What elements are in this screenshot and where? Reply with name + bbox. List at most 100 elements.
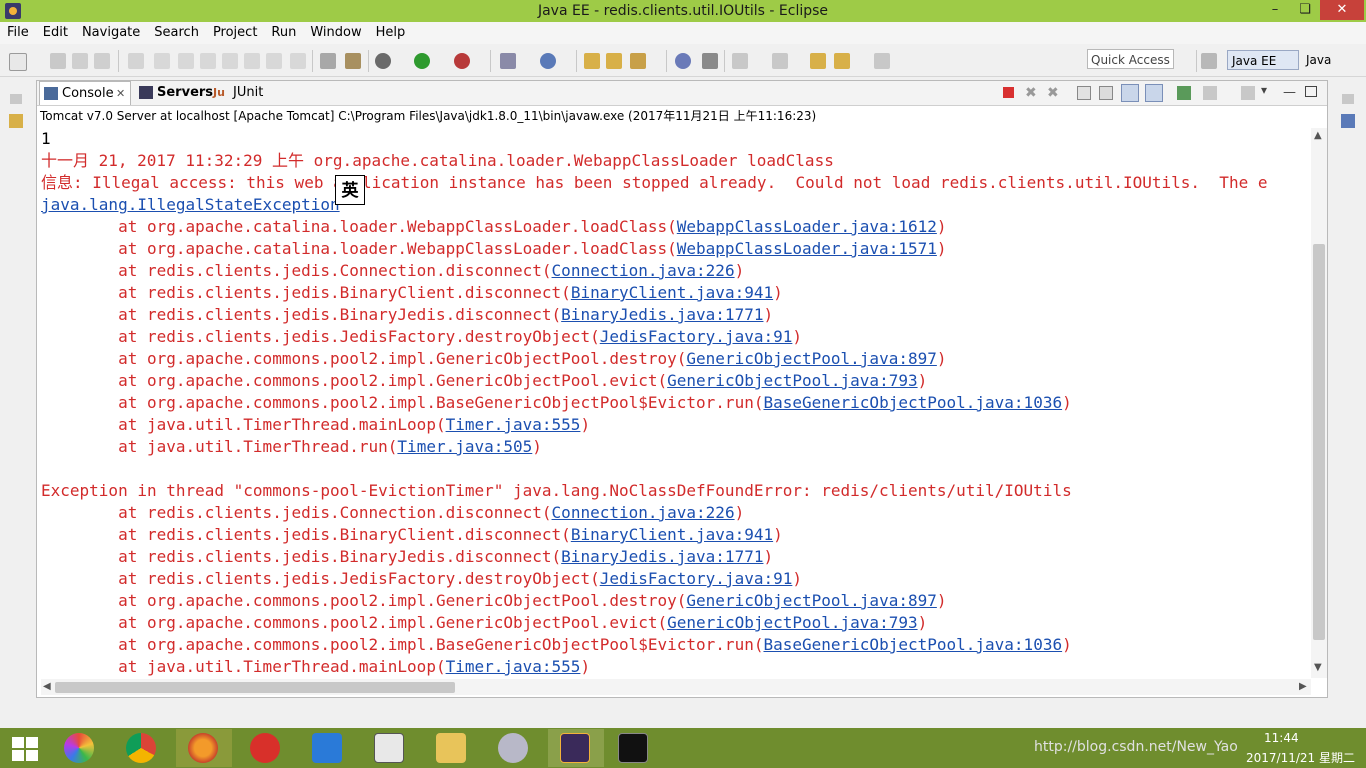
scroll-left-icon[interactable]: ◀ xyxy=(43,681,51,692)
menu-search[interactable]: Search xyxy=(147,22,206,40)
stack-trace-link[interactable]: BinaryJedis.java:1771 xyxy=(561,547,763,566)
stack-trace-link[interactable]: Timer.java:555 xyxy=(446,415,581,434)
save-icon[interactable] xyxy=(50,53,66,69)
close-tab-icon[interactable]: ✕ xyxy=(116,82,125,106)
terminate-icon[interactable] xyxy=(1003,87,1014,98)
tab-servers[interactable]: Servers xyxy=(137,81,213,105)
new-java-class-icon[interactable] xyxy=(540,53,556,69)
horizontal-scrollbar[interactable]: ◀ ▶ xyxy=(41,679,1311,695)
print-icon[interactable] xyxy=(94,53,110,69)
menu-window[interactable]: Window xyxy=(303,22,368,40)
taskbar-app-cmd[interactable] xyxy=(606,729,662,767)
taskbar-app-editor[interactable] xyxy=(362,729,418,767)
show-console-on-output-icon[interactable] xyxy=(1121,84,1139,102)
taskbar-app-eclipse[interactable] xyxy=(548,729,604,767)
new-server-icon[interactable] xyxy=(500,53,516,69)
skip-breakpoints-icon[interactable] xyxy=(128,53,144,69)
open-perspective-icon[interactable] xyxy=(1201,53,1217,69)
last-edit-location-icon[interactable] xyxy=(810,53,826,69)
close-button[interactable]: ✕ xyxy=(1320,0,1364,20)
restore-view-icon[interactable] xyxy=(10,94,22,104)
scroll-down-icon[interactable]: ▼ xyxy=(1314,662,1322,673)
step-return-icon[interactable] xyxy=(290,53,306,69)
outline-icon[interactable] xyxy=(1341,114,1355,128)
stack-trace-link[interactable]: WebappClassLoader.java:1571 xyxy=(677,239,937,258)
console-output[interactable]: 1 十一月 21, 2017 11:32:29 上午 org.apache.cat… xyxy=(41,128,1311,678)
back-icon[interactable] xyxy=(834,53,850,69)
forward-icon[interactable] xyxy=(874,53,890,69)
taskbar-app-explorer[interactable] xyxy=(424,729,480,767)
stack-trace-link[interactable]: WebappClassLoader.java:1612 xyxy=(677,217,937,236)
stack-trace-link[interactable]: Connection.java:226 xyxy=(552,503,735,522)
servers-toolbar-icon[interactable] xyxy=(345,53,361,69)
scroll-lock-icon[interactable] xyxy=(1099,86,1113,100)
restore-outline-icon[interactable] xyxy=(1342,94,1354,104)
remove-all-terminated-icon[interactable]: ✖ xyxy=(1047,85,1059,101)
stack-trace-link[interactable]: GenericObjectPool.java:897 xyxy=(686,349,936,368)
open-console-icon[interactable] xyxy=(320,53,336,69)
maximize-view-icon[interactable] xyxy=(1305,86,1317,97)
quick-access-input[interactable]: Quick Access xyxy=(1087,49,1174,69)
open-console-dropdown-icon[interactable] xyxy=(1241,86,1255,100)
external-tools-icon[interactable] xyxy=(454,53,470,69)
toggle-mark-icon[interactable] xyxy=(702,53,718,69)
scroll-right-icon[interactable]: ▶ xyxy=(1299,681,1307,692)
suspend-icon[interactable] xyxy=(178,53,194,69)
stack-trace-link[interactable]: BaseGenericObjectPool.java:1036 xyxy=(763,635,1062,654)
stack-trace-link[interactable]: Connection.java:226 xyxy=(552,261,735,280)
menu-edit[interactable]: Edit xyxy=(36,22,75,40)
remove-launch-icon[interactable]: ✖ xyxy=(1025,85,1037,101)
taskbar-app-photos[interactable] xyxy=(52,729,108,767)
show-console-on-error-icon[interactable] xyxy=(1145,84,1163,102)
restore-button[interactable]: ❏ xyxy=(1290,0,1320,20)
new-icon[interactable] xyxy=(9,53,27,71)
menu-file[interactable]: File xyxy=(0,22,36,40)
tab-console[interactable]: Console ✕ xyxy=(39,81,131,105)
menu-project[interactable]: Project xyxy=(206,22,264,40)
menu-navigate[interactable]: Navigate xyxy=(75,22,147,40)
menu-help[interactable]: Help xyxy=(369,22,413,40)
vertical-scrollbar[interactable]: ▲ ▼ xyxy=(1311,128,1327,678)
start-button[interactable] xyxy=(0,729,56,767)
web-browser-icon[interactable] xyxy=(675,53,691,69)
stack-trace-link[interactable]: BinaryClient.java:941 xyxy=(571,525,773,544)
stack-trace-link[interactable]: java.lang.IllegalStateException xyxy=(41,195,340,214)
taskbar-app-store[interactable] xyxy=(300,729,356,767)
scroll-up-icon[interactable]: ▲ xyxy=(1314,130,1322,141)
previous-annotation-icon[interactable] xyxy=(772,53,788,69)
perspective-java[interactable]: Java xyxy=(1302,50,1366,70)
vertical-scroll-thumb[interactable] xyxy=(1313,244,1325,640)
menu-run[interactable]: Run xyxy=(264,22,303,40)
pin-console-icon[interactable] xyxy=(1177,86,1191,100)
stack-trace-link[interactable]: GenericObjectPool.java:793 xyxy=(667,371,917,390)
run-icon[interactable] xyxy=(414,53,430,69)
stack-trace-link[interactable]: Timer.java:555 xyxy=(446,657,581,676)
project-explorer-icon[interactable] xyxy=(9,114,23,128)
taskbar-app-music[interactable] xyxy=(238,729,294,767)
resume-icon[interactable] xyxy=(154,53,170,69)
stack-trace-link[interactable]: GenericObjectPool.java:793 xyxy=(667,613,917,632)
stack-trace-link[interactable]: JedisFactory.java:91 xyxy=(600,569,793,588)
stack-trace-link[interactable]: GenericObjectPool.java:897 xyxy=(686,591,936,610)
horizontal-scroll-thumb[interactable] xyxy=(55,682,455,693)
step-over-icon[interactable] xyxy=(266,53,282,69)
open-resource-icon[interactable] xyxy=(606,53,622,69)
minimize-button[interactable]: – xyxy=(1260,0,1290,20)
stack-trace-link[interactable]: BaseGenericObjectPool.java:1036 xyxy=(763,393,1062,412)
disconnect-icon[interactable] xyxy=(222,53,238,69)
title-bar[interactable]: Java EE - redis.clients.util.IOUtils - E… xyxy=(0,0,1366,22)
stack-trace-link[interactable]: Timer.java:505 xyxy=(397,437,532,456)
minimize-view-icon[interactable]: — xyxy=(1283,85,1296,100)
perspective-java-ee[interactable]: Java EE xyxy=(1227,50,1299,70)
display-selected-console-icon[interactable] xyxy=(1203,86,1217,100)
next-annotation-icon[interactable] xyxy=(732,53,748,69)
search-icon[interactable] xyxy=(630,53,646,69)
view-menu-icon[interactable]: ▾ xyxy=(1261,83,1267,97)
step-into-icon[interactable] xyxy=(244,53,260,69)
tab-junit[interactable]: Ju JUnit xyxy=(211,81,263,105)
save-all-icon[interactable] xyxy=(72,53,88,69)
taskbar-app-chrome[interactable] xyxy=(114,729,170,767)
stack-trace-link[interactable]: BinaryClient.java:941 xyxy=(571,283,773,302)
clear-console-icon[interactable] xyxy=(1077,86,1091,100)
taskbar-app-network[interactable] xyxy=(486,729,542,767)
